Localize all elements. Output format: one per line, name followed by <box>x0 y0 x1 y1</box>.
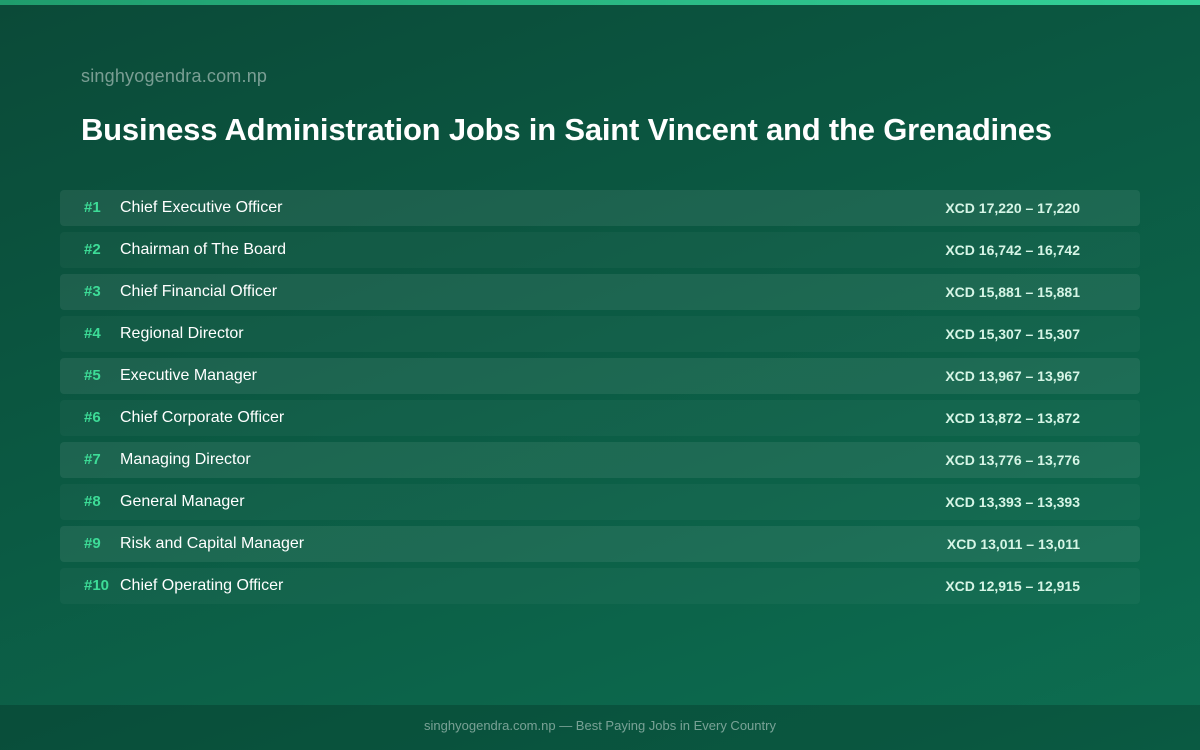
job-salary: XCD 15,307 – 15,307 <box>945 326 1080 342</box>
job-rank: #3 <box>84 283 101 300</box>
job-row: #9 Risk and Capital Manager XCD 13,011 –… <box>60 526 1140 562</box>
job-row: #2 Chairman of The Board XCD 16,742 – 16… <box>60 232 1140 268</box>
job-row: #5 Executive Manager XCD 13,967 – 13,967 <box>60 358 1140 394</box>
job-title: Chairman of The Board <box>120 241 287 258</box>
job-title: Chief Financial Officer <box>120 283 278 300</box>
job-rank: #5 <box>84 367 101 384</box>
job-salary: XCD 17,220 – 17,220 <box>945 200 1080 216</box>
job-salary: XCD 12,915 – 12,915 <box>945 578 1080 594</box>
job-salary: XCD 13,967 – 13,967 <box>945 368 1080 384</box>
job-row: #1 Chief Executive Officer XCD 17,220 – … <box>60 190 1140 226</box>
job-rank: #9 <box>84 535 101 552</box>
job-list: #1 Chief Executive Officer XCD 17,220 – … <box>60 190 1140 610</box>
job-title: Chief Executive Officer <box>120 199 283 216</box>
job-title: Chief Corporate Officer <box>120 409 285 426</box>
job-rank: #7 <box>84 451 101 468</box>
footer-bar: singhyogendra.com.np — Best Paying Jobs … <box>0 705 1200 750</box>
job-rank: #4 <box>84 325 101 342</box>
job-rank: #8 <box>84 493 101 510</box>
job-rank: #1 <box>84 199 101 216</box>
job-row: #7 Managing Director XCD 13,776 – 13,776 <box>60 442 1140 478</box>
job-salary: XCD 13,393 – 13,393 <box>945 494 1080 510</box>
footer-text: singhyogendra.com.np — Best Paying Jobs … <box>424 718 776 733</box>
job-salary: XCD 13,872 – 13,872 <box>945 410 1080 426</box>
site-name: singhyogendra.com.np <box>81 66 268 86</box>
job-title: General Manager <box>120 493 245 510</box>
job-row: #10 Chief Operating Officer XCD 12,915 –… <box>60 568 1140 604</box>
job-title: Managing Director <box>120 451 251 468</box>
top-accent-bar <box>0 0 1200 5</box>
job-rank: #10 <box>84 577 110 594</box>
job-row: #4 Regional Director XCD 15,307 – 15,307 <box>60 316 1140 352</box>
job-salary: XCD 13,011 – 13,011 <box>946 536 1080 552</box>
job-salary: XCD 15,881 – 15,881 <box>945 284 1080 300</box>
page-title: Business Administration Jobs in Saint Vi… <box>81 112 1052 147</box>
job-title: Chief Operating Officer <box>120 577 284 594</box>
job-row: #6 Chief Corporate Officer XCD 13,872 – … <box>60 400 1140 436</box>
job-rank: #6 <box>84 409 101 426</box>
job-salary: XCD 16,742 – 16,742 <box>945 242 1080 258</box>
job-row: #3 Chief Financial Officer XCD 15,881 – … <box>60 274 1140 310</box>
job-title: Regional Director <box>120 325 244 342</box>
job-row: #8 General Manager XCD 13,393 – 13,393 <box>60 484 1140 520</box>
job-title: Executive Manager <box>120 367 257 384</box>
job-title: Risk and Capital Manager <box>120 535 305 552</box>
job-rank: #2 <box>84 241 101 258</box>
job-salary: XCD 13,776 – 13,776 <box>945 452 1080 468</box>
